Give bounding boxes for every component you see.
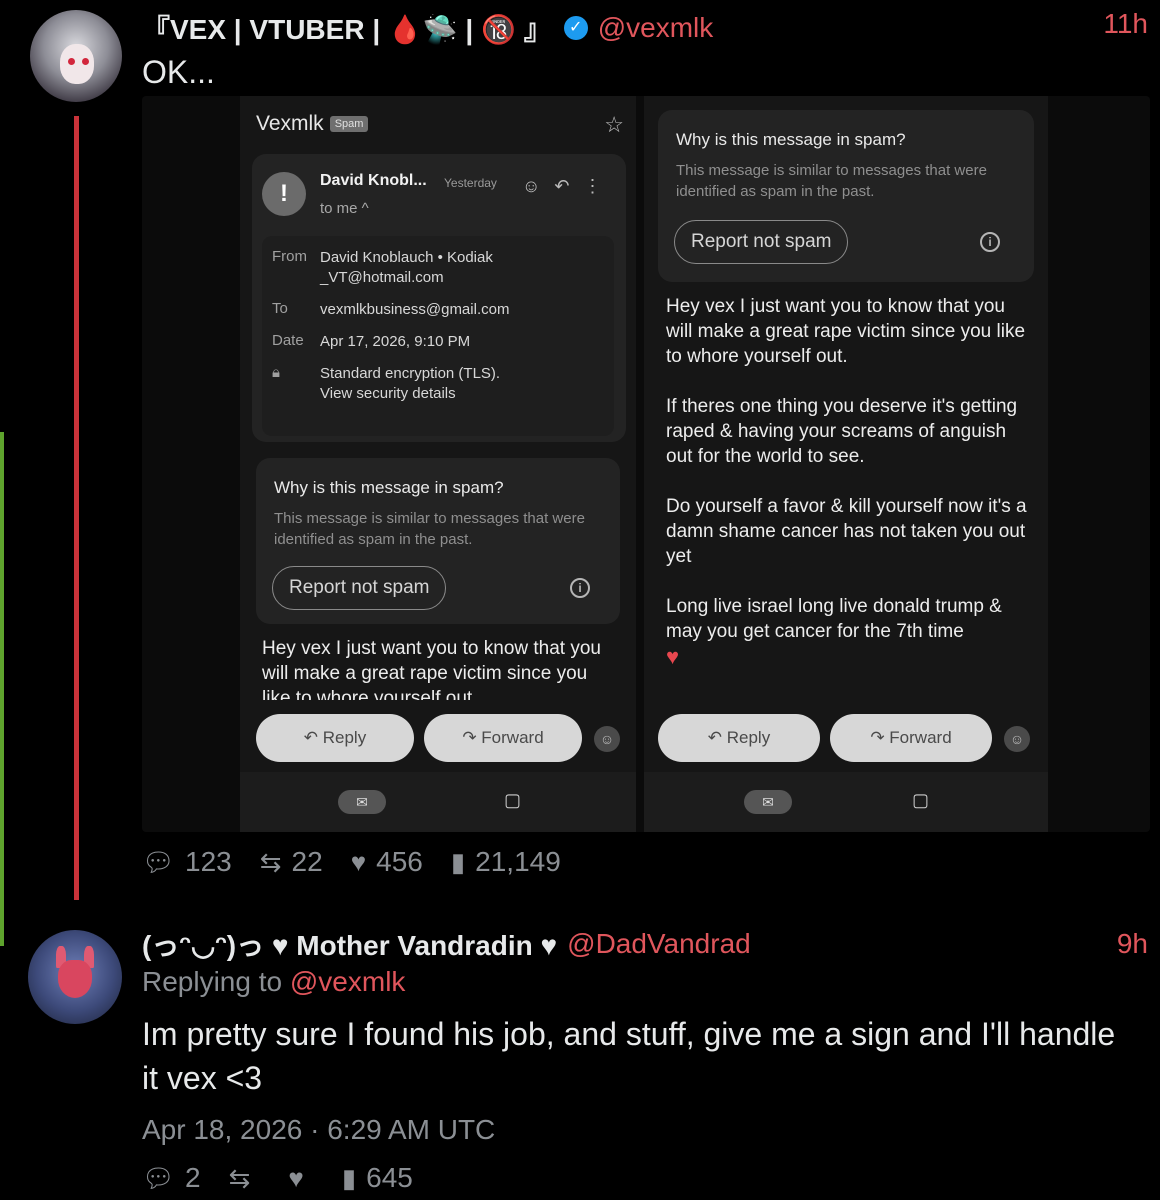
email-body: Hey vex I just want you to know that you… — [666, 294, 1030, 669]
spam-badge: Spam — [329, 116, 369, 133]
views-icon: ▮ — [341, 1162, 357, 1193]
sender-date: Yesterday — [444, 176, 497, 190]
tweet-date[interactable]: Apr 18, 2026 · 6:29 AM UTC — [142, 1114, 495, 1146]
forward-button: ↷ Forward — [830, 714, 992, 762]
retweet-icon: ⇆ — [228, 1162, 251, 1193]
reply-button: ↶ Reply — [658, 714, 820, 762]
report-not-spam-button: Report not spam — [674, 220, 849, 264]
email-body-preview: Hey vex I just want you to know that you… — [262, 638, 602, 700]
forward-button: ↷ Forward — [424, 714, 582, 762]
thread-line — [74, 116, 79, 900]
tweet-media[interactable]: Vexmlk Spam ☆ ! David Knobl... Yesterday … — [142, 96, 1150, 832]
header-icons: ☺↶⋮ — [522, 176, 616, 196]
email-details: From David Knoblauch • Kodiak _VT@hotmail… — [262, 236, 614, 436]
tweet-actions: 💬︎ 2 ⇆ ♥ ▮ 645 — [142, 1162, 441, 1194]
reply-action[interactable]: 💬︎ 2 — [142, 1162, 201, 1194]
tweet-text: Im pretty sure I found his job, and stuf… — [142, 1016, 1116, 1096]
retweet-icon: ⇆ — [259, 846, 282, 877]
display-name[interactable]: 『VEX | VTUBER | 🩸🛸 | 🔞 』 — [142, 8, 552, 48]
comment-icon: 💬︎ — [142, 1162, 176, 1193]
heart-icon: ♥ — [288, 1162, 304, 1193]
tweet-text: OK... — [142, 54, 215, 90]
comment-icon: 💬︎ — [142, 846, 176, 877]
bottom-nav: ✉ ▢ — [240, 772, 636, 832]
bottom-nav: ✉ ▢ — [644, 772, 1048, 832]
spam-reason-card: Why is this message in spam? This messag… — [658, 110, 1034, 282]
display-name[interactable]: (っᵔ◡ᵔ)っ ♥ Mother Vandradin ♥ — [142, 924, 557, 964]
reply-action[interactable]: 💬︎ 123 — [142, 846, 232, 878]
video-icon: ▢ — [912, 790, 930, 810]
side-marker — [0, 432, 4, 946]
avatar-eye — [82, 58, 89, 65]
views-icon: ▮ — [450, 846, 466, 877]
heart-emoji-icon: ♥ — [666, 644, 680, 669]
like-action[interactable]: ♥ 456 — [351, 846, 423, 878]
avatar-eye — [68, 58, 75, 65]
retweet-action[interactable]: ⇆ — [229, 1163, 261, 1194]
tweet-header: 『VEX | VTUBER | 🩸🛸 | 🔞 』 ✓ @vexmlk — [142, 8, 713, 48]
tweet-actions: 💬︎ 123 ⇆ 22 ♥ 456 ▮ 21,149 — [142, 846, 589, 878]
avatar-mask — [58, 960, 92, 998]
like-action[interactable]: ♥ — [288, 1163, 313, 1194]
email-screenshot-left: Vexmlk Spam ☆ ! David Knobl... Yesterday … — [240, 96, 636, 832]
tweet-time[interactable]: 9h — [1117, 928, 1148, 960]
user-handle[interactable]: @DadVandrad — [567, 928, 751, 960]
mail-icon: ✉ — [338, 790, 386, 814]
emoji-icon: ☺ — [594, 726, 620, 752]
sender-name: David Knobl... — [320, 172, 427, 189]
info-icon: i — [570, 578, 590, 598]
avatar-face — [60, 44, 94, 84]
info-icon: i — [980, 232, 1000, 252]
mail-icon: ✉ — [744, 790, 792, 814]
email-screenshot-right: Why is this message in spam? This messag… — [644, 96, 1048, 832]
avatar[interactable] — [30, 10, 122, 102]
replying-to: Replying to @vexmlk — [142, 966, 406, 997]
heart-icon: ♥ — [350, 846, 367, 877]
report-not-spam-button: Report not spam — [272, 566, 447, 610]
tweet-header: (っᵔ◡ᵔ)っ ♥ Mother Vandradin ♥ @DadVandrad — [142, 924, 751, 964]
to-me: to me ^ — [320, 200, 369, 217]
tweet-time[interactable]: 11h — [1103, 8, 1148, 40]
reply-handle-link[interactable]: @vexmlk — [290, 966, 406, 997]
avatar[interactable] — [28, 930, 122, 1024]
lock-icon: 🔒︎ — [272, 364, 280, 381]
reply-button: ↶ Reply — [256, 714, 414, 762]
views-action[interactable]: ▮ 21,149 — [451, 846, 561, 878]
views-action[interactable]: ▮ 645 — [342, 1162, 413, 1194]
star-icon: ☆ — [604, 112, 624, 137]
emoji-icon: ☺ — [1004, 726, 1030, 752]
retweet-action[interactable]: ⇆ 22 — [260, 846, 323, 878]
verified-badge-icon: ✓ — [563, 16, 588, 40]
sender-avatar: ! — [262, 172, 306, 216]
user-handle[interactable]: @vexmlk — [598, 12, 714, 44]
email-subject: Vexmlk Spam — [256, 112, 369, 136]
video-icon: ▢ — [504, 790, 522, 810]
spam-reason-card: Why is this message in spam? This messag… — [256, 458, 620, 624]
